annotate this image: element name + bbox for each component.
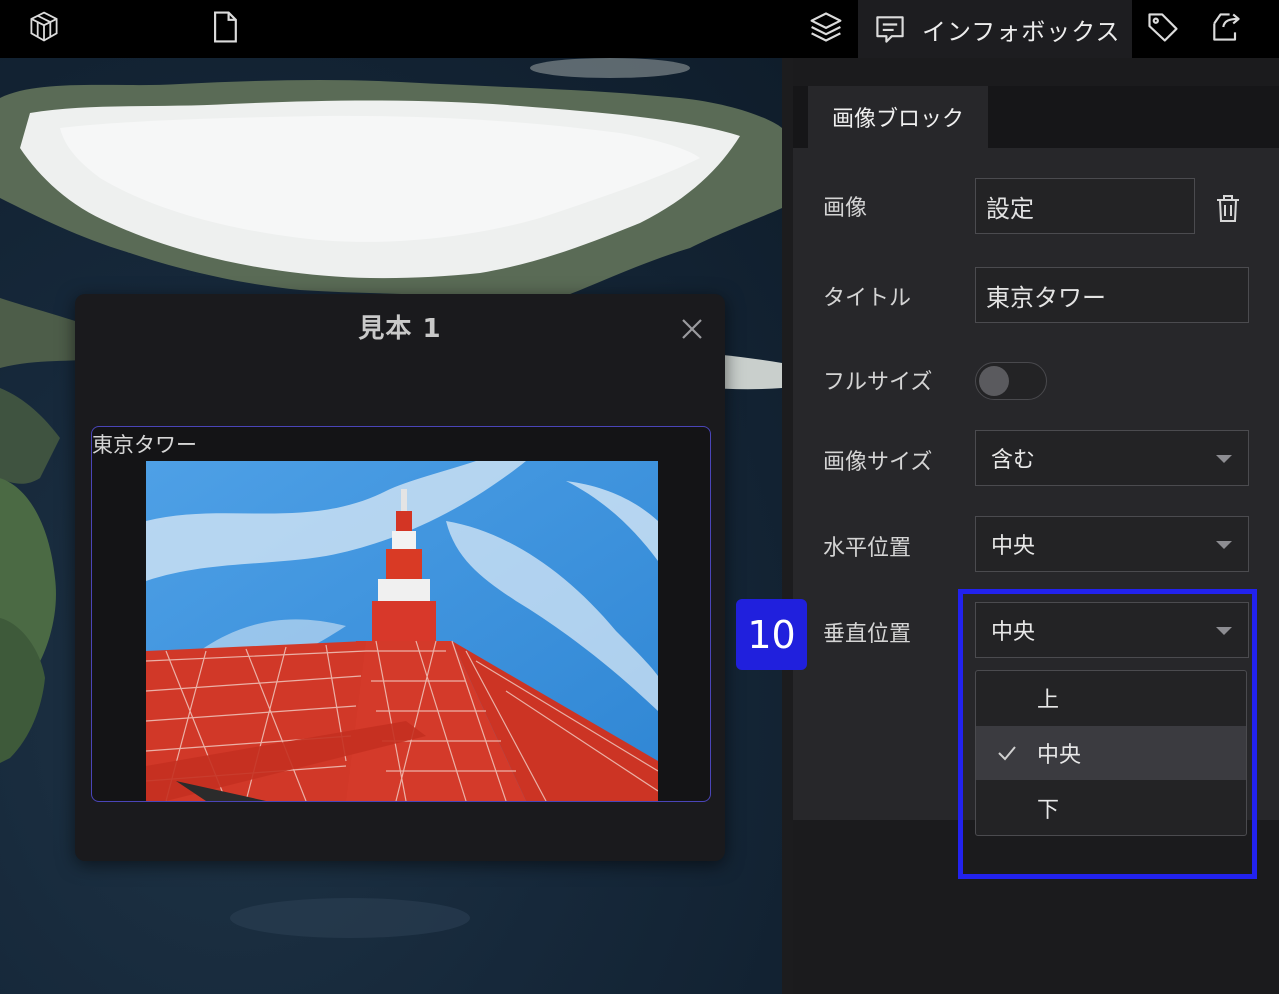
trash-icon[interactable] [1213,192,1243,224]
step-badge: 10 [736,599,807,670]
tab-infobox-label: インフォボックス [922,17,1121,46]
infobox-preview-dialog: 見本 1 東京タワー [75,294,725,861]
fullsize-label: フルサイズ [823,370,933,395]
annotation-highlight [958,589,1257,879]
image-block-title: 東京タワー [92,433,197,457]
image-setting-button[interactable]: 設定 [975,178,1195,234]
close-icon[interactable] [679,316,705,342]
horizontal-label: 水平位置 [823,536,912,561]
image-block[interactable]: 東京タワー [91,426,711,802]
layers-icon[interactable] [806,7,846,47]
image-label: 画像 [823,196,868,221]
title-input[interactable]: 東京タワー [975,267,1249,323]
chevron-down-icon [1216,541,1232,549]
image-size-label: 画像サイズ [823,450,933,475]
tab-infobox[interactable]: インフォボックス [858,0,1132,58]
image-size-value: 含む [991,448,1036,473]
title-label: タイトル [823,286,912,311]
tab-image-block[interactable]: 画像ブロック [808,86,988,148]
toggle-knob [979,366,1009,396]
tower-photo [146,461,658,801]
dialog-title: 見本 1 [358,314,442,344]
infobox-icon [876,16,904,43]
top-toolbar: インフォボックス [0,0,1279,58]
vertical-label: 垂直位置 [823,622,912,647]
cube-icon[interactable] [24,7,64,47]
horizontal-value: 中央 [991,534,1036,559]
image-size-select[interactable]: 含む [975,430,1249,486]
document-icon[interactable] [205,7,245,47]
horizontal-select[interactable]: 中央 [975,516,1249,572]
fullsize-toggle[interactable] [975,362,1047,400]
chevron-down-icon [1216,455,1232,463]
tag-icon[interactable] [1143,7,1183,47]
export-icon[interactable] [1206,7,1246,47]
